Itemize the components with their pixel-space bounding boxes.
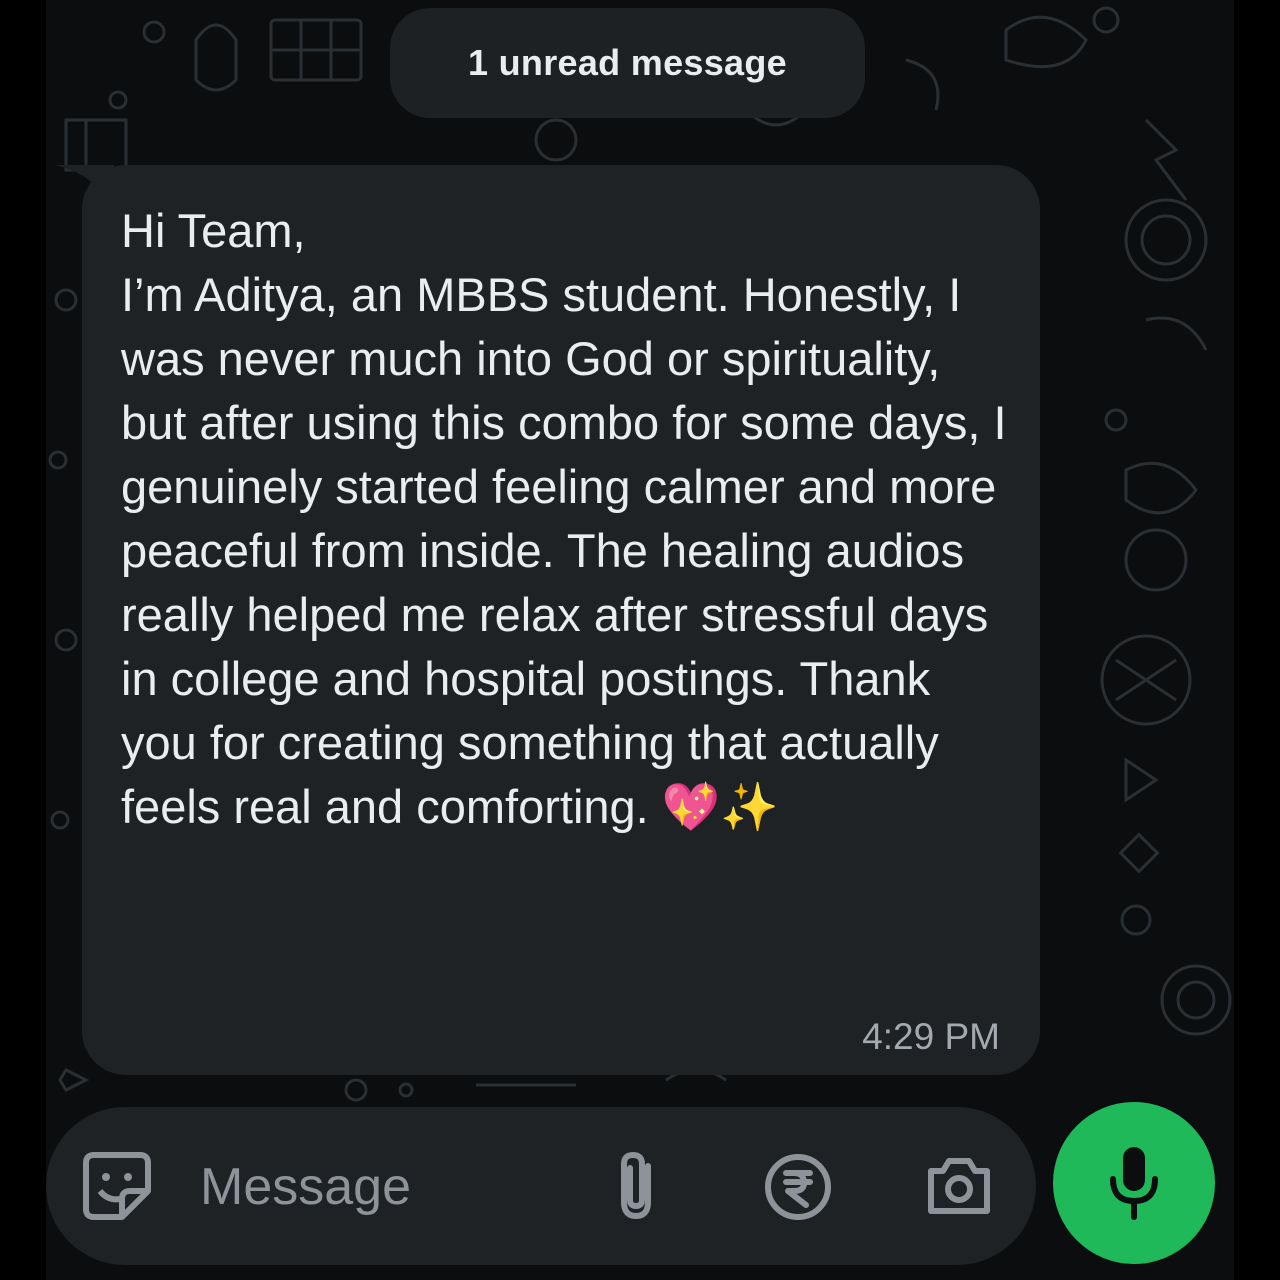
message-timestamp: 4:29 PM xyxy=(862,1016,1000,1057)
incoming-message-bubble[interactable]: Hi Team, I’m Aditya, an MBBS student. Ho… xyxy=(82,165,1040,1075)
camera-icon[interactable] xyxy=(925,1155,993,1217)
voice-record-button[interactable] xyxy=(1053,1102,1215,1264)
message-input[interactable]: Message xyxy=(200,1150,411,1224)
mic-icon xyxy=(1110,1147,1158,1220)
rupee-payment-icon[interactable] xyxy=(764,1153,832,1221)
sticker-icon[interactable] xyxy=(82,1151,152,1221)
message-composer xyxy=(46,1107,1036,1265)
attach-icon[interactable] xyxy=(612,1150,660,1222)
unread-messages-label: 1 unread message xyxy=(468,42,787,83)
unread-messages-banner: 1 unread message xyxy=(390,8,865,118)
message-text: Hi Team, I’m Aditya, an MBBS student. Ho… xyxy=(121,204,1007,833)
